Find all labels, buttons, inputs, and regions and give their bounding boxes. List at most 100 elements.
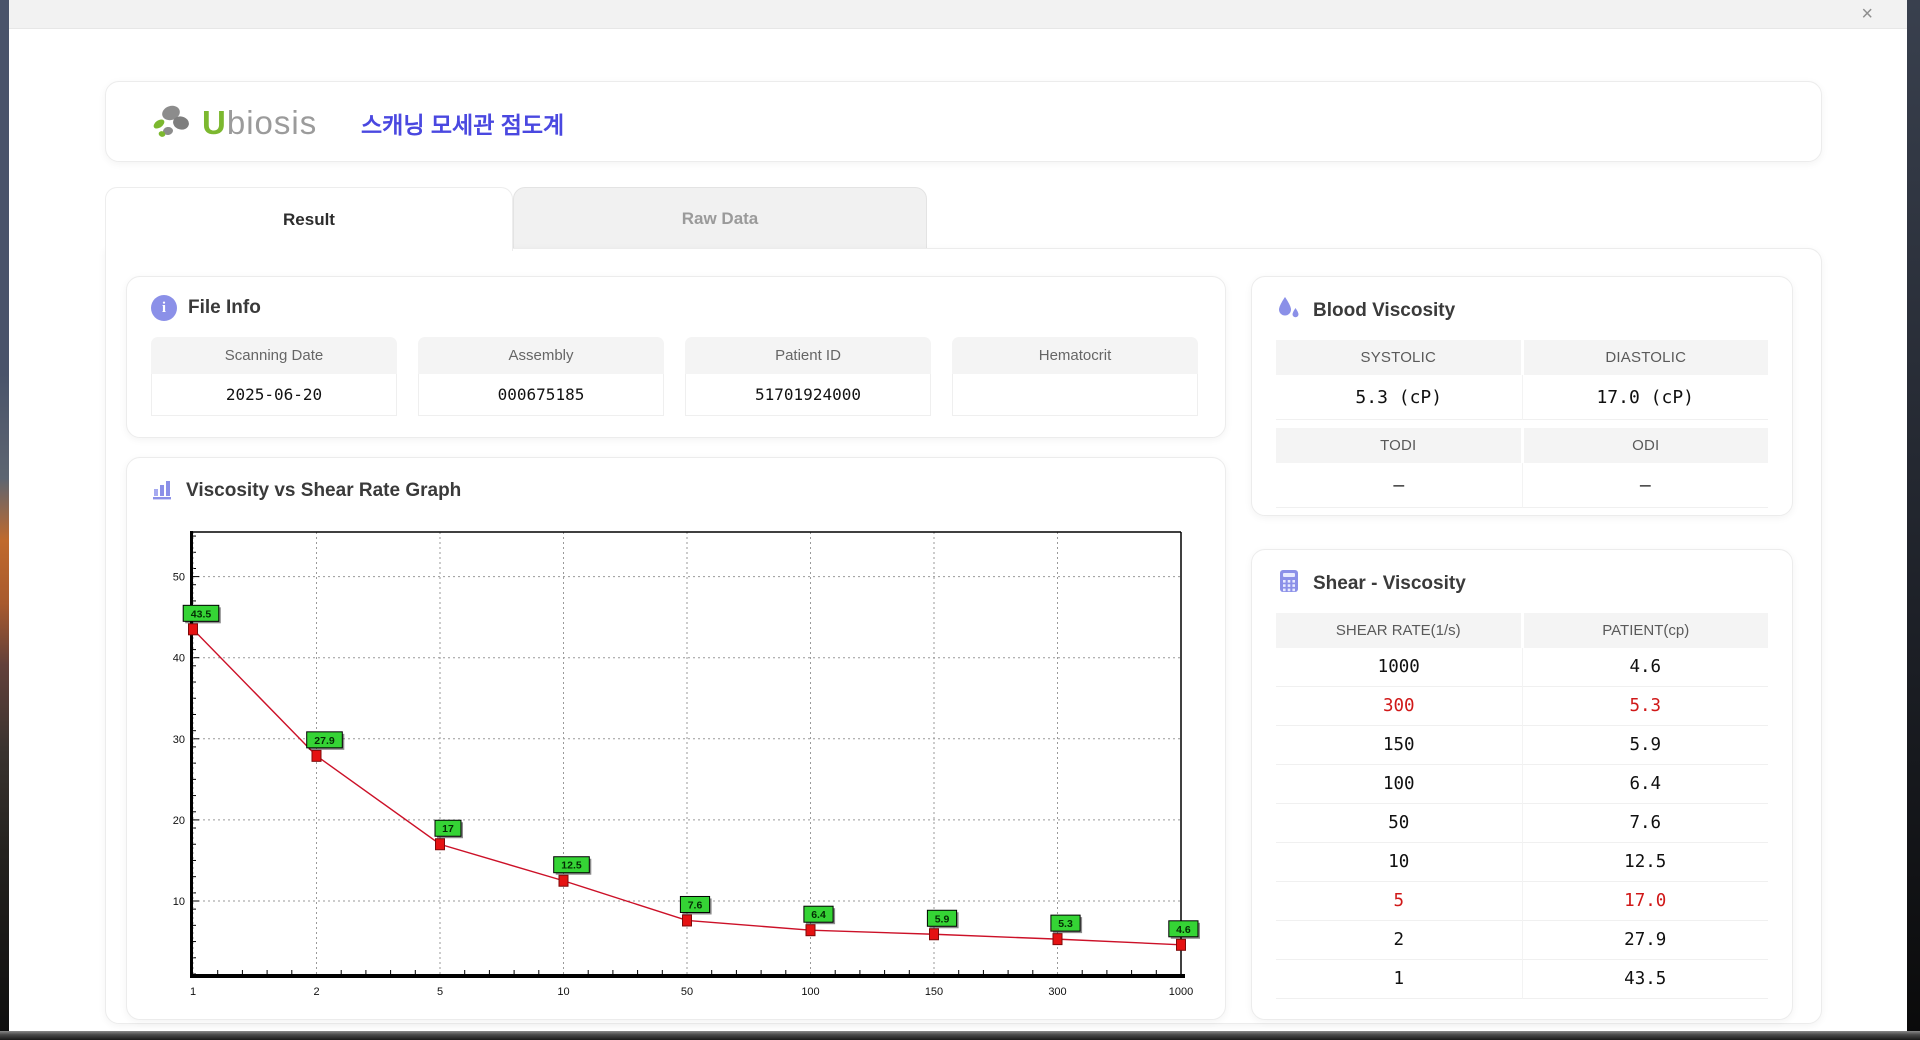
logo-text: Ubiosis: [202, 104, 317, 142]
table-row: 50 7.6: [1276, 804, 1768, 843]
tab-result-label: Result: [283, 210, 335, 230]
blood-drops-icon: [1276, 295, 1302, 326]
close-icon[interactable]: ×: [1861, 2, 1873, 26]
svg-text:40: 40: [173, 653, 185, 665]
shear-viscosity-title: Shear - Viscosity: [1313, 573, 1466, 595]
field-hematocrit: Hematocrit: [952, 337, 1198, 416]
table-row: 2 27.9: [1276, 921, 1768, 960]
ubiosis-leaf-icon: [150, 100, 194, 145]
svg-text:300: 300: [1048, 986, 1066, 998]
svg-text:100: 100: [801, 986, 819, 998]
shear-rate-cell: 150: [1276, 726, 1522, 765]
field-patient-id: Patient ID 51701924000: [685, 337, 931, 416]
shear-rate-cell: 50: [1276, 804, 1522, 843]
calculator-icon: [1276, 568, 1302, 599]
systolic-diastolic-table: SYSTOLIC DIASTOLIC 5.3 (cP) 17.0 (cP): [1276, 340, 1768, 420]
todi-value: –: [1276, 463, 1522, 508]
shear-rate-cell: 2: [1276, 921, 1522, 960]
svg-text:2: 2: [313, 986, 319, 998]
tab-raw-data-label: Raw Data: [682, 209, 759, 229]
patient-cell: 5.3: [1522, 687, 1769, 726]
table-row: 100 6.4: [1276, 765, 1768, 804]
viscosity-shear-rate-chart: 10203040501251050100150300100043.527.917…: [155, 524, 1200, 1002]
svg-text:30: 30: [173, 734, 185, 746]
field-label: Hematocrit: [952, 337, 1198, 374]
patient-cell: 43.5: [1522, 960, 1769, 999]
diastolic-header: DIASTOLIC: [1521, 340, 1769, 375]
field-label: Scanning Date: [151, 337, 397, 374]
app-window: × Ubiosis 스캐닝 모세관 점도계 Result Raw Data: [9, 0, 1907, 1031]
table-row: 1000 4.6: [1276, 648, 1768, 687]
svg-text:10: 10: [557, 986, 569, 998]
systolic-header: SYSTOLIC: [1276, 340, 1521, 375]
svg-text:17: 17: [442, 823, 454, 835]
logo-text-rest: biosis: [227, 104, 317, 141]
patient-cell: 5.9: [1522, 726, 1769, 765]
info-icon: i: [151, 295, 177, 321]
patient-column-header: PATIENT(cp): [1521, 613, 1769, 648]
blood-viscosity-card: Blood Viscosity SYSTOLIC DIASTOLIC 5.3 (…: [1251, 276, 1793, 516]
svg-text:43.5: 43.5: [191, 608, 212, 620]
svg-text:4.6: 4.6: [1176, 924, 1191, 936]
patient-cell: 12.5: [1522, 843, 1769, 882]
field-scanning-date: Scanning Date 2025-06-20: [151, 337, 397, 416]
shear-rate-cell: 300: [1276, 687, 1522, 726]
header-card: Ubiosis 스캐닝 모세관 점도계: [105, 81, 1822, 162]
shear-rate-cell: 1000: [1276, 648, 1522, 687]
patient-cell: 17.0: [1522, 882, 1769, 921]
field-value: [952, 374, 1198, 416]
graph-card: Viscosity vs Shear Rate Graph 10 20 30 40 50…: [126, 457, 1226, 1020]
desktop-wallpaper-bottom-edge: [0, 1031, 1920, 1040]
field-value: 51701924000: [685, 374, 931, 416]
tab-result[interactable]: Result: [105, 187, 513, 251]
svg-text:5.9: 5.9: [935, 913, 950, 925]
systolic-value: 5.3 (cP): [1276, 375, 1522, 420]
patient-cell: 6.4: [1522, 765, 1769, 804]
svg-text:27.9: 27.9: [314, 735, 335, 747]
window-titlebar: ×: [9, 0, 1907, 29]
shear-viscosity-card: Shear - Viscosity SHEAR RATE(1/s) PATIEN…: [1251, 549, 1793, 1020]
table-row: 150 5.9: [1276, 726, 1768, 765]
todi-header: TODI: [1276, 428, 1521, 463]
field-label: Patient ID: [685, 337, 931, 374]
shear-rate-cell: 1: [1276, 960, 1522, 999]
svg-text:20: 20: [173, 815, 185, 827]
app-title-korean: 스캐닝 모세관 점도계: [361, 106, 564, 140]
file-info-title: File Info: [188, 297, 261, 319]
diastolic-value: 17.0 (cP): [1522, 375, 1769, 420]
table-row: 10 12.5: [1276, 843, 1768, 882]
svg-text:12.5: 12.5: [561, 860, 582, 872]
svg-text:50: 50: [173, 572, 185, 584]
shear-viscosity-table: SHEAR RATE(1/s) PATIENT(cp) 1000 4.6 300…: [1276, 613, 1768, 999]
file-info-card: i File Info Scanning Date 2025-06-20 Ass…: [126, 276, 1226, 438]
blood-viscosity-title: Blood Viscosity: [1313, 300, 1455, 322]
bar-chart-icon: [151, 476, 175, 505]
desktop-wallpaper-left-edge: [0, 0, 9, 1040]
svg-text:50: 50: [681, 986, 693, 998]
svg-text:5.3: 5.3: [1058, 918, 1073, 930]
patient-cell: 4.6: [1522, 648, 1769, 687]
svg-text:1: 1: [190, 986, 196, 998]
logo-letter-u: U: [202, 104, 227, 141]
svg-text:1000: 1000: [1169, 986, 1193, 998]
shear-rate-cell: 5: [1276, 882, 1522, 921]
shear-rate-cell: 100: [1276, 765, 1522, 804]
svg-text:6.4: 6.4: [811, 909, 826, 921]
patient-cell: 7.6: [1522, 804, 1769, 843]
tab-raw-data[interactable]: Raw Data: [513, 187, 927, 250]
field-value: 2025-06-20: [151, 374, 397, 416]
shear-rate-column-header: SHEAR RATE(1/s): [1276, 613, 1521, 648]
table-row: 1 43.5: [1276, 960, 1768, 999]
table-row: 5 17.0: [1276, 882, 1768, 921]
shear-rate-cell: 10: [1276, 843, 1522, 882]
svg-text:5: 5: [437, 986, 443, 998]
desktop-wallpaper-right-edge: [1907, 0, 1920, 1040]
svg-text:7.6: 7.6: [688, 899, 703, 911]
odi-header: ODI: [1521, 428, 1769, 463]
field-assembly: Assembly 000675185: [418, 337, 664, 416]
graph-title: Viscosity vs Shear Rate Graph: [186, 480, 461, 502]
field-value: 000675185: [418, 374, 664, 416]
logo: Ubiosis: [150, 100, 317, 145]
svg-text:150: 150: [925, 986, 943, 998]
patient-cell: 27.9: [1522, 921, 1769, 960]
